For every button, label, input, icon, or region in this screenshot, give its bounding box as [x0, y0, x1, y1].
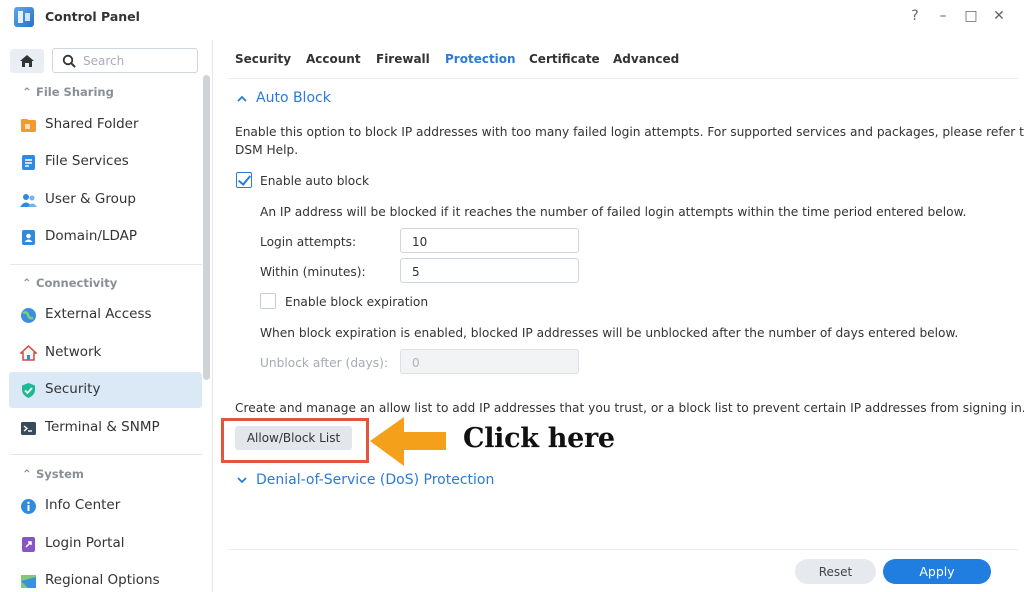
section-connectivity[interactable]: ⌃ Connectivity	[22, 276, 117, 290]
search-input[interactable]: Search	[52, 48, 198, 73]
auto-block-description-2[interactable]: DSM Help.	[235, 143, 298, 157]
divider	[10, 454, 202, 455]
section-system[interactable]: ⌃ System	[22, 467, 84, 481]
auto-block-title[interactable]: Auto Block	[256, 90, 331, 106]
close-icon[interactable]: ✕	[991, 8, 1007, 24]
sidebar-item-info-center[interactable]: Info Center	[9, 488, 202, 524]
folder-icon	[21, 119, 36, 132]
shield-icon	[22, 383, 35, 398]
chevron-up-icon: ⌃	[22, 467, 32, 481]
sidebar-item-regional-options[interactable]: Regional Options	[9, 563, 202, 592]
tab-firewall[interactable]: Firewall	[376, 52, 430, 66]
help-icon[interactable]: ?	[907, 8, 923, 24]
allow-block-info: Create and manage an allow list to add I…	[235, 401, 1024, 415]
search-placeholder: Search	[83, 54, 125, 68]
tab-security[interactable]: Security	[235, 52, 291, 66]
enable-auto-block-label: Enable auto block	[260, 174, 370, 188]
portal-icon	[22, 537, 35, 552]
section-file-sharing[interactable]: ⌃ File Sharing	[22, 85, 114, 99]
tab-protection[interactable]: Protection	[445, 52, 516, 66]
domain-icon	[22, 230, 35, 245]
house-icon	[20, 345, 37, 361]
sidebar-item-security[interactable]: Security	[9, 372, 202, 408]
apply-button[interactable]: Apply	[883, 559, 991, 584]
expiration-info: When block expiration is enabled, blocke…	[260, 326, 959, 340]
sidebar-item-external-access[interactable]: External Access	[9, 297, 202, 333]
unblock-after-label: Unblock after (days):	[260, 356, 388, 370]
home-icon	[20, 55, 34, 67]
tab-certificate[interactable]: Certificate	[529, 52, 600, 66]
highlight-box	[221, 418, 369, 463]
click-here-annotation: Click here	[463, 423, 615, 454]
file-services-icon	[22, 155, 35, 170]
info-icon	[21, 499, 36, 514]
globe-icon	[21, 308, 36, 323]
maximize-icon[interactable]: □	[963, 8, 979, 24]
enable-block-expiration-checkbox[interactable]	[260, 293, 276, 309]
sidebar-item-login-portal[interactable]: Login Portal	[9, 526, 202, 562]
terminal-icon	[21, 422, 36, 435]
footer-divider	[228, 549, 1018, 550]
sidebar: Search ⌃ File Sharing Shared Folder File …	[0, 40, 213, 592]
login-attempts-field[interactable]: 10	[400, 228, 579, 253]
chevron-up-icon: ⌃	[22, 276, 32, 290]
chevron-down-icon[interactable]	[236, 475, 248, 485]
divider	[10, 264, 202, 265]
control-panel-icon	[14, 7, 34, 27]
reset-button[interactable]: Reset	[795, 559, 876, 584]
chevron-up-icon[interactable]	[236, 94, 248, 104]
minimize-icon[interactable]: –	[935, 8, 951, 24]
chevron-up-icon: ⌃	[22, 85, 32, 99]
login-attempts-label: Login attempts:	[260, 235, 357, 249]
sidebar-item-shared-folder[interactable]: Shared Folder	[9, 107, 202, 143]
tab-divider	[228, 78, 1018, 79]
within-minutes-label: Within (minutes):	[260, 265, 366, 279]
window-title: Control Panel	[45, 9, 140, 24]
search-icon	[62, 54, 76, 68]
sidebar-item-terminal-snmp[interactable]: Terminal & SNMP	[9, 410, 202, 446]
map-icon	[21, 575, 36, 588]
within-minutes-field[interactable]: 5	[400, 258, 579, 283]
sidebar-scrollbar[interactable]	[203, 75, 210, 380]
unblock-after-field[interactable]: 0	[400, 349, 579, 374]
sidebar-item-user-group[interactable]: User & Group	[9, 182, 202, 218]
sidebar-item-network[interactable]: Network	[9, 335, 202, 371]
home-button[interactable]	[10, 49, 44, 73]
title-bar: Control Panel ? – □ ✕	[0, 0, 1024, 34]
sidebar-item-domain-ldap[interactable]: Domain/LDAP	[9, 219, 202, 255]
auto-block-description: Enable this option to block IP addresses…	[235, 125, 1024, 139]
users-icon	[20, 194, 37, 207]
auto-block-info: An IP address will be blocked if it reac…	[260, 205, 967, 219]
tab-advanced[interactable]: Advanced	[613, 52, 679, 66]
orange-arrow-icon	[370, 417, 446, 466]
enable-auto-block-checkbox[interactable]	[236, 172, 252, 188]
sidebar-item-file-services[interactable]: File Services	[9, 144, 202, 180]
enable-block-expiration-label: Enable block expiration	[285, 295, 429, 309]
dos-protection-title[interactable]: Denial-of-Service (DoS) Protection	[256, 472, 494, 488]
tab-account[interactable]: Account	[306, 52, 361, 66]
